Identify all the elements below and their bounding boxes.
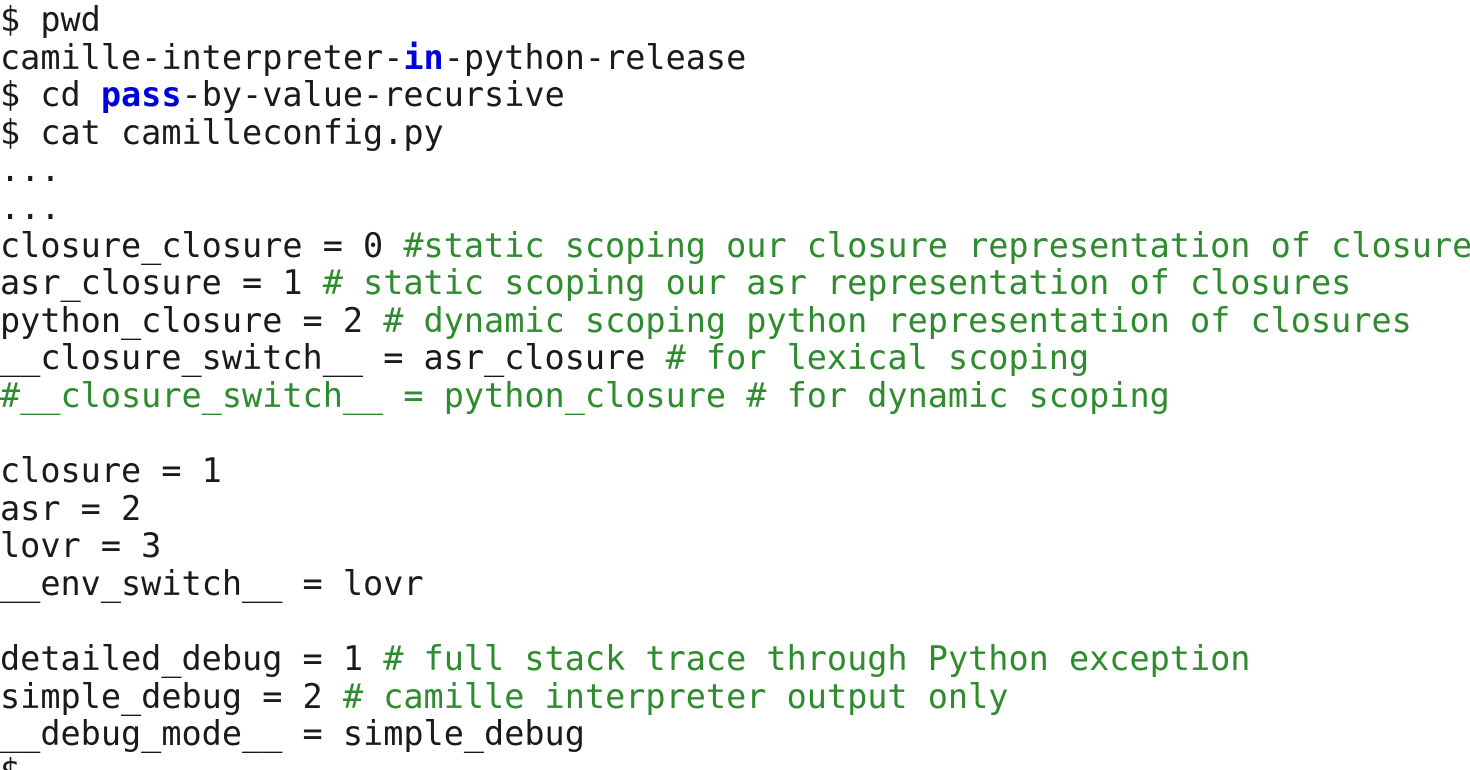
- terminal-output-line: closure = 1: [0, 452, 1470, 490]
- code-plain-text: lovr = 3: [0, 526, 162, 566]
- code-plain-text: closure_closure = 0: [0, 225, 404, 265]
- terminal-output-line: #__closure_switch__ = python_closure # f…: [0, 377, 1470, 415]
- terminal-output-pane[interactable]: $ pwd camille-interpreter-in-python-relea…: [0, 0, 1470, 770]
- terminal-output-line: ...: [0, 189, 1470, 227]
- terminal-output-line: camille-interpreter-in-python-release: [0, 37, 1470, 77]
- code-plain-text: python_closure = 2: [0, 300, 384, 340]
- code-plain-text: ...: [0, 187, 61, 227]
- code-plain-text: -by-value-recursive: [181, 75, 565, 115]
- code-comment-text: # for lexical scoping: [665, 338, 1090, 378]
- terminal-output-line: detailed_debug = 1 # full stack trace th…: [0, 640, 1470, 678]
- terminal-output-line: asr = 2: [0, 488, 1470, 528]
- terminal-command-line: $ cd pass-by-value-recursive: [0, 76, 1470, 114]
- terminal-output-line: __debug_mode__ = simple_debug: [0, 715, 1470, 753]
- code-plain-text: closure = 1: [0, 451, 222, 491]
- terminal-output-line: ...: [0, 151, 1470, 189]
- code-plain-text: $ cat camilleconfig.py: [0, 112, 444, 152]
- code-plain-text: pwd: [40, 0, 101, 39]
- code-keyword-text: in: [403, 37, 444, 77]
- code-plain-text: __closure_switch__ = asr_closure: [0, 338, 666, 378]
- terminal-command-line: $ pwd: [0, 0, 1470, 39]
- terminal-output-line: __env_switch__ = lovr: [0, 565, 1470, 603]
- code-keyword-text: pass: [100, 75, 182, 115]
- terminal-output-line: simple_debug = 2 # camille interpreter o…: [0, 676, 1470, 716]
- code-plain-text: asr_closure = 1: [0, 263, 323, 303]
- code-plain-text: __env_switch__ = lovr: [0, 563, 424, 603]
- terminal-command-line: $ cat camilleconfig.py: [0, 112, 1470, 152]
- terminal-output-line: __closure_switch__ = asr_closure # for l…: [0, 339, 1470, 377]
- terminal-output-line: asr_closure = 1 # static scoping our asr…: [0, 264, 1470, 302]
- code-comment-text: #static scoping our closure representati…: [403, 225, 1470, 265]
- code-comment-text: # static scoping our asr representation …: [322, 263, 1352, 303]
- code-plain-text: __debug_mode__ = simple_debug: [0, 714, 585, 754]
- code-comment-text: # full stack trace through Python except…: [383, 639, 1251, 679]
- terminal-output-line: closure_closure = 0 #static scoping our …: [0, 225, 1470, 265]
- terminal-output-line: python_closure = 2 # dynamic scoping pyt…: [0, 300, 1470, 340]
- shell-prompt-symbol: $: [0, 752, 20, 770]
- code-plain-text: -python-release: [443, 37, 747, 77]
- code-plain-text: camille-interpreter-: [0, 37, 404, 77]
- code-comment-text: # dynamic scoping python representation …: [383, 300, 1412, 340]
- code-comment-text: #__closure_switch__ = python_closure # f…: [0, 375, 1170, 415]
- terminal-command-line: $: [0, 753, 1470, 770]
- code-plain-text: ...: [0, 150, 61, 190]
- code-comment-text: # camille interpreter output only: [342, 676, 1009, 716]
- shell-prompt-symbol: $: [0, 0, 41, 39]
- code-plain-text: $ cd: [0, 75, 101, 115]
- code-plain-text: asr = 2: [0, 488, 142, 528]
- code-plain-text: detailed_debug = 1: [0, 639, 384, 679]
- terminal-output-line: lovr = 3: [0, 527, 1470, 565]
- code-plain-text: simple_debug = 2: [0, 676, 343, 716]
